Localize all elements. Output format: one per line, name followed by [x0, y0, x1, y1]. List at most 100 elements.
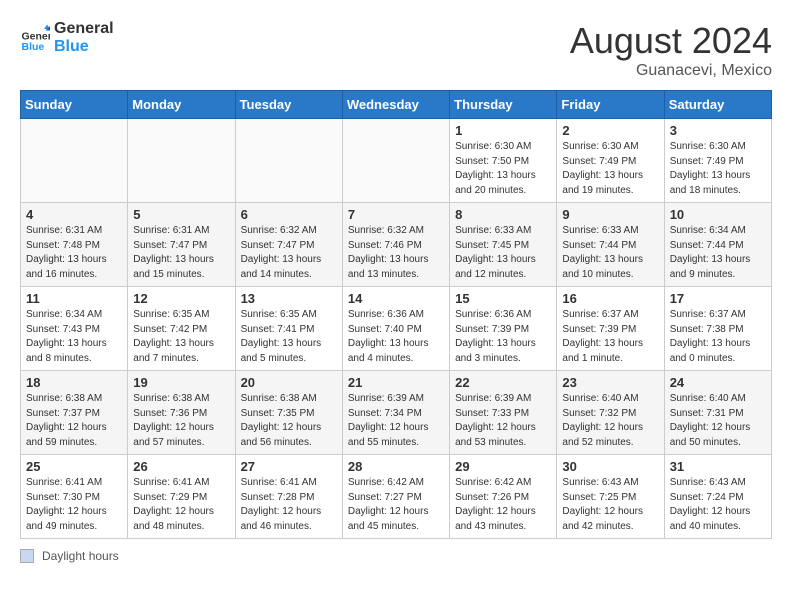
calendar-cell: 17 Sunrise: 6:37 AM Sunset: 7:38 PM Dayli…: [664, 287, 771, 371]
day-info: Sunrise: 6:33 AM Sunset: 7:45 PM Dayligh…: [455, 224, 551, 282]
calendar-cell: 25 Sunrise: 6:41 AM Sunset: 7:30 PM Dayli…: [21, 455, 128, 539]
day-info: Sunrise: 6:31 AM Sunset: 7:48 PM Dayligh…: [26, 224, 122, 282]
calendar-cell: 24 Sunrise: 6:40 AM Sunset: 7:31 PM Dayli…: [664, 371, 771, 455]
day-number: 1: [455, 123, 551, 138]
calendar-week-3: 11Sunrise: 6:34 AM Sunset: 7:43 PM Dayli…: [21, 287, 772, 371]
calendar-cell: 20 Sunrise: 6:38 AM Sunset: 7:35 PM Dayli…: [235, 371, 342, 455]
day-number: 7: [348, 207, 444, 222]
day-number: 2: [562, 123, 658, 138]
calendar-cell: 29Sunrise: 6:42 AM Sunset: 7:26 PM Dayli…: [450, 455, 557, 539]
legend-label: Daylight hours: [42, 549, 119, 563]
day-number: 31: [670, 459, 766, 474]
calendar-cell: 1 Sunrise: 6:30 AM Sunset: 7:50 PM Daylig…: [450, 119, 557, 203]
logo-general-text: General: [54, 20, 114, 38]
calendar-cell: 10 Sunrise: 6:34 AM Sunset: 7:44 PM Dayli…: [664, 203, 771, 287]
day-number: 20: [241, 375, 337, 390]
day-number: 22: [455, 375, 551, 390]
legend: Daylight hours: [20, 549, 772, 563]
day-number: 10: [670, 207, 766, 222]
day-info: Sunrise: 6:37 AM Sunset: 7:38 PM Dayligh…: [670, 308, 766, 366]
day-info: Sunrise: 6:43 AM Sunset: 7:25 PM Dayligh…: [562, 476, 658, 534]
calendar-cell: 12 Sunrise: 6:35 AM Sunset: 7:42 PM Dayli…: [128, 287, 235, 371]
title-block: August 2024 Guanacevi, Mexico: [570, 20, 772, 80]
calendar-cell: 31Sunrise: 6:43 AM Sunset: 7:24 PM Dayli…: [664, 455, 771, 539]
day-header-sunday: Sunday: [21, 91, 128, 119]
day-number: 15: [455, 291, 551, 306]
day-info: Sunrise: 6:34 AM Sunset: 7:43 PM Dayligh…: [26, 308, 122, 366]
calendar-cell: [21, 119, 128, 203]
day-number: 24: [670, 375, 766, 390]
calendar-cell: 8Sunrise: 6:33 AM Sunset: 7:45 PM Daylig…: [450, 203, 557, 287]
calendar-cell: 15Sunrise: 6:36 AM Sunset: 7:39 PM Dayli…: [450, 287, 557, 371]
calendar-cell: 3 Sunrise: 6:30 AM Sunset: 7:49 PM Daylig…: [664, 119, 771, 203]
day-info: Sunrise: 6:30 AM Sunset: 7:49 PM Dayligh…: [670, 140, 766, 198]
day-info: Sunrise: 6:35 AM Sunset: 7:41 PM Dayligh…: [241, 308, 337, 366]
calendar-cell: 5Sunrise: 6:31 AM Sunset: 7:47 PM Daylig…: [128, 203, 235, 287]
day-number: 12: [133, 291, 229, 306]
logo-icon: General Blue: [20, 23, 50, 53]
day-info: Sunrise: 6:41 AM Sunset: 7:28 PM Dayligh…: [241, 476, 337, 534]
day-number: 13: [241, 291, 337, 306]
day-info: Sunrise: 6:40 AM Sunset: 7:32 PM Dayligh…: [562, 392, 658, 450]
day-info: Sunrise: 6:38 AM Sunset: 7:37 PM Dayligh…: [26, 392, 122, 450]
logo: General Blue General Blue: [20, 20, 114, 55]
calendar-cell: 4 Sunrise: 6:31 AM Sunset: 7:48 PM Daylig…: [21, 203, 128, 287]
legend-box: [20, 549, 34, 563]
day-number: 6: [241, 207, 337, 222]
calendar-week-2: 4 Sunrise: 6:31 AM Sunset: 7:48 PM Daylig…: [21, 203, 772, 287]
day-number: 16: [562, 291, 658, 306]
day-number: 23: [562, 375, 658, 390]
day-number: 4: [26, 207, 122, 222]
day-info: Sunrise: 6:41 AM Sunset: 7:29 PM Dayligh…: [133, 476, 229, 534]
day-number: 29: [455, 459, 551, 474]
day-info: Sunrise: 6:38 AM Sunset: 7:35 PM Dayligh…: [241, 392, 337, 450]
day-info: Sunrise: 6:35 AM Sunset: 7:42 PM Dayligh…: [133, 308, 229, 366]
calendar-cell: 7 Sunrise: 6:32 AM Sunset: 7:46 PM Daylig…: [342, 203, 449, 287]
day-info: Sunrise: 6:41 AM Sunset: 7:30 PM Dayligh…: [26, 476, 122, 534]
day-info: Sunrise: 6:40 AM Sunset: 7:31 PM Dayligh…: [670, 392, 766, 450]
calendar-cell: [342, 119, 449, 203]
calendar-table: SundayMondayTuesdayWednesdayThursdayFrid…: [20, 90, 772, 539]
day-number: 17: [670, 291, 766, 306]
day-info: Sunrise: 6:36 AM Sunset: 7:40 PM Dayligh…: [348, 308, 444, 366]
day-number: 26: [133, 459, 229, 474]
calendar-cell: 16 Sunrise: 6:37 AM Sunset: 7:39 PM Dayli…: [557, 287, 664, 371]
day-number: 25: [26, 459, 122, 474]
day-info: Sunrise: 6:38 AM Sunset: 7:36 PM Dayligh…: [133, 392, 229, 450]
location-subtitle: Guanacevi, Mexico: [570, 62, 772, 80]
calendar-cell: 18Sunrise: 6:38 AM Sunset: 7:37 PM Dayli…: [21, 371, 128, 455]
day-number: 5: [133, 207, 229, 222]
day-info: Sunrise: 6:37 AM Sunset: 7:39 PM Dayligh…: [562, 308, 658, 366]
day-info: Sunrise: 6:34 AM Sunset: 7:44 PM Dayligh…: [670, 224, 766, 282]
calendar-cell: 2 Sunrise: 6:30 AM Sunset: 7:49 PM Daylig…: [557, 119, 664, 203]
calendar-cell: 21Sunrise: 6:39 AM Sunset: 7:34 PM Dayli…: [342, 371, 449, 455]
calendar-cell: 14 Sunrise: 6:36 AM Sunset: 7:40 PM Dayli…: [342, 287, 449, 371]
day-info: Sunrise: 6:39 AM Sunset: 7:33 PM Dayligh…: [455, 392, 551, 450]
day-number: 28: [348, 459, 444, 474]
calendar-cell: 6 Sunrise: 6:32 AM Sunset: 7:47 PM Daylig…: [235, 203, 342, 287]
day-number: 3: [670, 123, 766, 138]
calendar-week-1: 1 Sunrise: 6:30 AM Sunset: 7:50 PM Daylig…: [21, 119, 772, 203]
day-number: 9: [562, 207, 658, 222]
day-info: Sunrise: 6:30 AM Sunset: 7:49 PM Dayligh…: [562, 140, 658, 198]
day-info: Sunrise: 6:32 AM Sunset: 7:46 PM Dayligh…: [348, 224, 444, 282]
day-header-tuesday: Tuesday: [235, 91, 342, 119]
calendar-week-4: 18Sunrise: 6:38 AM Sunset: 7:37 PM Dayli…: [21, 371, 772, 455]
day-header-wednesday: Wednesday: [342, 91, 449, 119]
calendar-cell: 22 Sunrise: 6:39 AM Sunset: 7:33 PM Dayli…: [450, 371, 557, 455]
calendar-cell: 9 Sunrise: 6:33 AM Sunset: 7:44 PM Daylig…: [557, 203, 664, 287]
day-headers-row: SundayMondayTuesdayWednesdayThursdayFrid…: [21, 91, 772, 119]
day-info: Sunrise: 6:32 AM Sunset: 7:47 PM Dayligh…: [241, 224, 337, 282]
calendar-cell: 26 Sunrise: 6:41 AM Sunset: 7:29 PM Dayli…: [128, 455, 235, 539]
day-number: 30: [562, 459, 658, 474]
day-header-monday: Monday: [128, 91, 235, 119]
day-number: 14: [348, 291, 444, 306]
day-info: Sunrise: 6:30 AM Sunset: 7:50 PM Dayligh…: [455, 140, 551, 198]
day-info: Sunrise: 6:33 AM Sunset: 7:44 PM Dayligh…: [562, 224, 658, 282]
day-info: Sunrise: 6:42 AM Sunset: 7:27 PM Dayligh…: [348, 476, 444, 534]
day-header-friday: Friday: [557, 91, 664, 119]
day-number: 19: [133, 375, 229, 390]
calendar-cell: 19 Sunrise: 6:38 AM Sunset: 7:36 PM Dayli…: [128, 371, 235, 455]
calendar-cell: 27Sunrise: 6:41 AM Sunset: 7:28 PM Dayli…: [235, 455, 342, 539]
page-header: General Blue General Blue August 2024 Gu…: [20, 20, 772, 80]
